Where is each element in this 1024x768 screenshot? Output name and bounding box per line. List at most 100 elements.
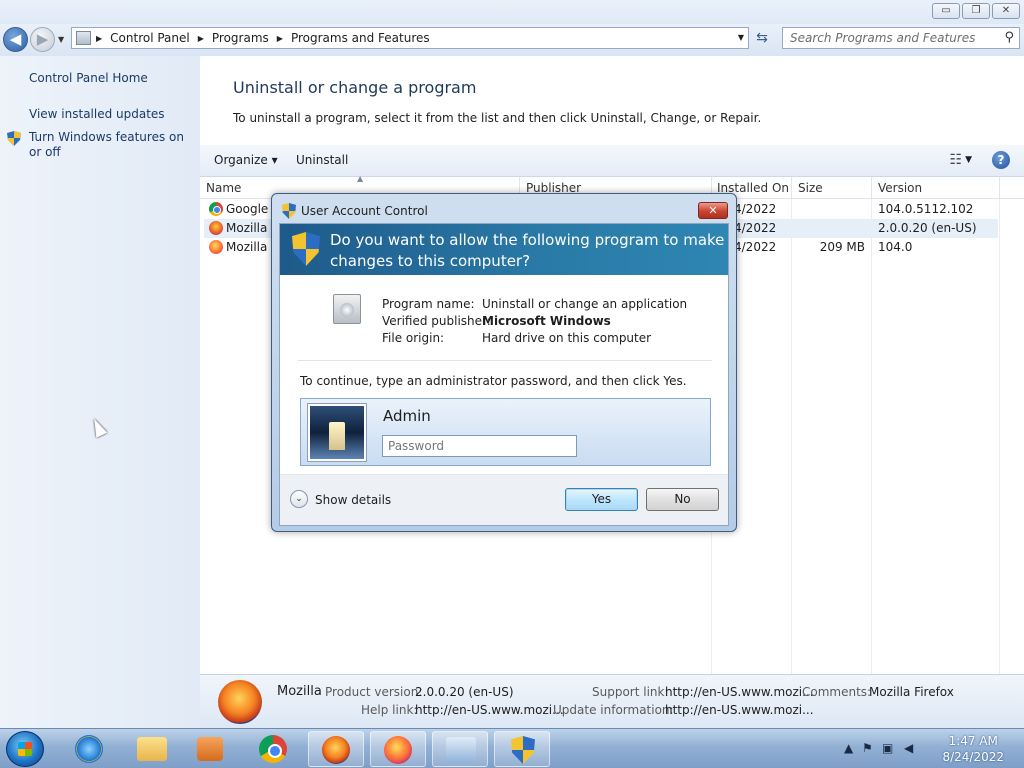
refresh-icon[interactable]: ⇆ <box>752 30 772 48</box>
breadcrumb-control-panel[interactable]: Control Panel <box>110 31 190 45</box>
search-icon[interactable]: ⚲ <box>1004 30 1014 45</box>
breadcrumb-programs-and-features[interactable]: Programs and Features <box>291 31 430 45</box>
help-button[interactable]: ? <box>992 151 1010 169</box>
column-divider[interactable] <box>999 177 1000 199</box>
organize-button[interactable]: Organize ▾ <box>214 153 278 167</box>
sidebar-item-control-panel-home[interactable]: Control Panel Home <box>29 71 148 86</box>
password-field[interactable] <box>382 435 577 457</box>
grid-line <box>791 199 792 674</box>
shield-icon <box>282 203 296 219</box>
page-title: Uninstall or change a program <box>233 78 477 97</box>
recent-pages-dropdown-icon[interactable]: ▼ <box>58 35 64 44</box>
shield-icon <box>511 736 535 764</box>
support-link-label: Support link: <box>592 685 669 699</box>
sidebar-item-view-installed-updates[interactable]: View installed updates <box>29 107 165 122</box>
internet-explorer-icon <box>75 735 103 763</box>
divider <box>298 360 712 361</box>
column-header-name[interactable]: Name <box>206 181 241 195</box>
update-information-value[interactable]: http://en-US.www.mozi... <box>665 703 814 717</box>
yes-button[interactable]: Yes <box>565 488 638 511</box>
firefox-icon <box>384 736 412 764</box>
installed-on: 4/2022 <box>734 240 777 254</box>
uac-banner: Do you want to allow the following progr… <box>280 224 728 275</box>
comments-label: Comments: <box>802 685 872 699</box>
start-button[interactable] <box>6 731 44 767</box>
search-input[interactable]: Search Programs and Features ⚲ <box>782 27 1020 49</box>
network-icon[interactable]: ▣ <box>882 741 893 755</box>
details-pane: Mozilla Product version: 2.0.0.20 (en-US… <box>200 674 1024 728</box>
program-version: 104.0 <box>878 240 913 254</box>
show-details-link[interactable]: Show details <box>315 493 391 507</box>
address-bar[interactable]: ▶ Control Panel ▶ Programs ▶ Programs an… <box>71 27 749 49</box>
program-icon <box>333 294 361 324</box>
help-link-value[interactable]: http://en-US.www.mozi... <box>415 703 564 717</box>
clock-time: 1:47 AM <box>948 734 998 748</box>
comments-value: Mozilla Firefox <box>869 685 954 699</box>
column-header-size[interactable]: Size <box>798 181 823 195</box>
back-button[interactable]: ◀ <box>3 27 28 52</box>
sidebar-item-windows-features[interactable]: Turn Windows features on or off <box>29 130 189 160</box>
taskbar-media-player[interactable] <box>184 731 240 767</box>
breadcrumb-programs[interactable]: Programs <box>212 31 269 45</box>
uac-question: Do you want to allow the following progr… <box>330 231 725 270</box>
support-link-value[interactable]: http://en-US.www.mozi... <box>665 685 814 699</box>
chevron-down-icon[interactable]: ⌄ <box>290 490 308 508</box>
dialog-title: User Account Control <box>301 204 428 218</box>
close-window-button[interactable]: ✕ <box>992 3 1020 19</box>
forward-button[interactable]: ▶ <box>30 27 55 52</box>
volume-muted-icon[interactable]: ◀ <box>904 741 913 755</box>
admin-username: Admin <box>383 407 431 425</box>
maximize-button[interactable]: ❐ <box>962 3 990 19</box>
program-name-value: Uninstall or change an application <box>482 297 688 311</box>
program-version: 104.0.5112.102 <box>878 202 974 216</box>
help-link-label: Help link: <box>361 703 418 717</box>
grid-line <box>999 199 1000 674</box>
verified-publisher-value: Microsoft Windows <box>482 314 611 328</box>
taskbar-internet-explorer[interactable] <box>62 731 118 767</box>
product-version-label: Product version: <box>325 685 423 699</box>
view-dropdown-icon[interactable]: ▼ <box>965 155 972 165</box>
taskbar-windows-explorer[interactable] <box>124 731 180 767</box>
breadcrumb-separator-icon[interactable]: ▶ <box>277 34 283 43</box>
program-version: 2.0.0.20 (en-US) <box>878 221 977 235</box>
sidebar: Control Panel Home View installed update… <box>0 56 200 728</box>
folder-icon <box>137 737 167 761</box>
uac-dialog-body: Do you want to allow the following progr… <box>279 223 729 526</box>
firefox-icon <box>218 680 262 724</box>
uninstall-button[interactable]: Uninstall <box>296 153 348 167</box>
window-titlebar: ▭ ❐ ✕ <box>0 0 1024 24</box>
installed-on: 4/2022 <box>734 202 777 216</box>
sort-ascending-icon: ▲ <box>357 174 364 183</box>
taskbar-chrome[interactable] <box>246 731 302 767</box>
address-dropdown-icon[interactable]: ▼ <box>738 33 744 42</box>
show-hidden-icons-icon[interactable]: ▲ <box>844 741 853 755</box>
close-button[interactable]: ✕ <box>698 202 728 219</box>
control-panel-icon <box>446 737 476 763</box>
shield-icon <box>7 131 21 146</box>
no-button[interactable]: No <box>646 488 719 511</box>
view-options-icon[interactable]: ☷ <box>949 152 962 168</box>
taskbar-firefox[interactable] <box>308 731 364 767</box>
program-name-label: Program name: <box>382 297 475 311</box>
grid-line <box>871 199 872 674</box>
taskbar-firefox-new[interactable] <box>370 731 426 767</box>
taskbar-control-panel[interactable] <box>432 731 488 767</box>
taskbar-uac[interactable] <box>494 731 550 767</box>
avatar <box>308 404 366 461</box>
uac-dialog: User Account Control ✕ Do you want to al… <box>271 193 737 532</box>
column-divider[interactable] <box>871 177 872 199</box>
column-header-version[interactable]: Version <box>878 181 922 195</box>
breadcrumb-separator-icon[interactable]: ▶ <box>96 34 102 43</box>
minimize-button[interactable]: ▭ <box>932 3 960 19</box>
column-divider[interactable] <box>791 177 792 199</box>
file-origin-value: Hard drive on this computer <box>482 331 652 345</box>
breadcrumb-separator-icon[interactable]: ▶ <box>198 34 204 43</box>
product-version-value: 2.0.0.20 (en-US) <box>415 685 514 699</box>
action-center-icon[interactable]: ⚑ <box>862 741 873 755</box>
clock[interactable]: 1:47 AM 8/24/2022 <box>942 733 1004 765</box>
uac-footer: ⌄ Show details Yes No <box>280 474 728 525</box>
credential-tile[interactable]: Admin <box>300 398 711 466</box>
chrome-icon <box>209 202 223 216</box>
control-panel-icon <box>76 31 91 45</box>
search-placeholder: Search Programs and Features <box>790 31 976 45</box>
